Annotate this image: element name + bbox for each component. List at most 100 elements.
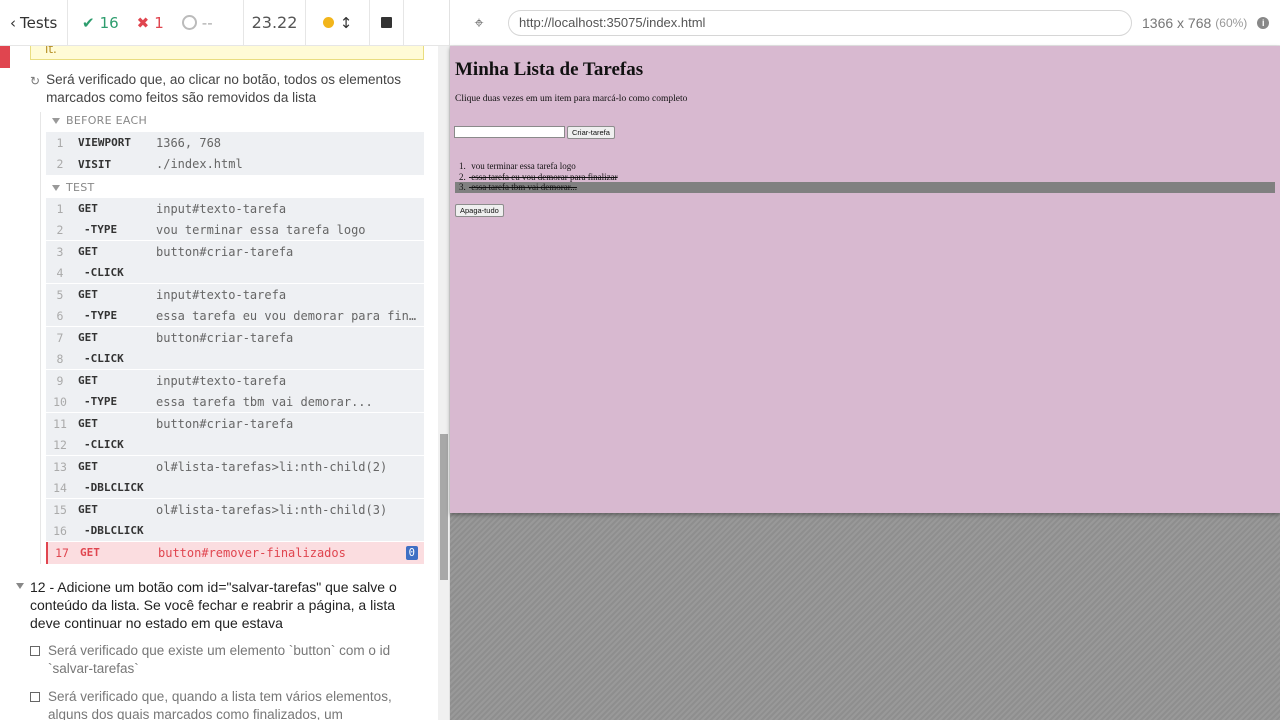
app-under-test: Minha Lista de Tarefas Clique duas vezes… (450, 46, 1280, 513)
command-row[interactable]: 11 GET button#criar-tarefa (46, 413, 424, 435)
command-number: 10 (53, 394, 67, 409)
viewport-size: 1366 x 768 (1142, 14, 1212, 31)
command-number: 11 (53, 416, 67, 431)
url-bar[interactable]: http://localhost:35075/index.html (508, 9, 1132, 36)
task-text: essa tarefa eu vou demorar para finaliza… (471, 171, 618, 182)
hook-rail (40, 112, 41, 564)
command-name: GET (78, 245, 98, 259)
pending-test[interactable]: Será verificado que, quando a lista tem … (30, 688, 410, 720)
command-name: VISIT (78, 157, 112, 171)
passed-stat: ✔ 16 (82, 14, 119, 32)
command-number: 1 (56, 201, 64, 216)
viewport-scale: (60%) (1215, 15, 1248, 30)
info-icon[interactable]: i (1257, 16, 1270, 29)
command-row[interactable]: 13 GET ol#lista-tarefas>li:nth-child(2) (46, 456, 424, 478)
command-row[interactable]: 14 -DBLCLICK (46, 477, 424, 499)
viewport-info[interactable]: 1366 x 768 (60%) i (1142, 14, 1270, 31)
task-item[interactable]: 2. essa tarefa eu vou demorar para final… (455, 172, 1275, 183)
task-index: 2. (459, 171, 466, 182)
aut-iframe-container: Minha Lista de Tarefas Clique duas vezes… (450, 46, 1280, 720)
reporter-scrollbar[interactable] (438, 46, 449, 720)
command-name: -TYPE (84, 309, 118, 323)
command-number: 16 (53, 523, 67, 538)
test-hook[interactable]: TEST (52, 181, 95, 194)
command-row[interactable]: 10 -TYPE essa tarefa tbm vai demorar... (46, 391, 424, 413)
command-message: 1366, 768 (156, 135, 222, 150)
command-row[interactable]: 7 GET button#criar-tarefa (46, 327, 424, 349)
command-number: 13 (53, 459, 67, 474)
elements-count-badge: 0 (405, 545, 418, 560)
current-test-text: Será verificado que, ao clicar no botão,… (46, 72, 402, 105)
scrollbar-thumb[interactable] (440, 434, 448, 580)
suite-title[interactable]: 12 - Adicione um botão com id="salvar-ta… (16, 578, 428, 632)
autoscroll-toggle[interactable]: ↕ (306, 0, 370, 46)
command-name: -TYPE (84, 223, 118, 237)
failed-stat: ✖ 1 (137, 14, 164, 32)
scroll-arrows-icon: ↕ (339, 13, 353, 32)
pending-test[interactable]: Será verificado que existe um elemento `… (30, 642, 410, 678)
command-row[interactable]: 4 -CLICK (46, 262, 424, 284)
command-row[interactable]: 15 GET ol#lista-tarefas>li:nth-child(3) (46, 499, 424, 521)
failing-command-wrap: 17 GET button#remover-finalizados 0 (46, 542, 424, 564)
command-row[interactable]: 1 GET input#texto-tarefa (46, 198, 424, 220)
clear-all-button[interactable]: Apaga-tudo (455, 204, 504, 217)
pending-square-icon (30, 646, 40, 656)
pending-stat: -- (181, 14, 213, 32)
page-title: Minha Lista de Tarefas (455, 59, 644, 80)
command-row[interactable]: 9 GET input#texto-tarefa (46, 370, 424, 392)
command-row[interactable]: 1 VIEWPORT 1366, 768 (46, 132, 424, 154)
command-number: 2 (56, 222, 64, 237)
test-label: TEST (66, 181, 95, 194)
command-message: ol#lista-tarefas>li:nth-child(3) (156, 502, 388, 517)
task-text-input[interactable] (454, 126, 565, 138)
tests-label: Tests (20, 13, 58, 32)
command-name: -TYPE (84, 395, 118, 409)
suite-title-text: 12 - Adicione um botão com id="salvar-ta… (30, 579, 397, 631)
command-log-body: it. ↻ Será verificado que, ao clicar no … (0, 46, 438, 720)
error-message: it. (30, 46, 424, 60)
command-name: GET (78, 288, 98, 302)
running-indicator-icon (322, 17, 334, 28)
command-message: essa tarefa eu vou demorar para finaliza… (156, 308, 424, 323)
command-number: 9 (56, 373, 64, 388)
command-row[interactable]: 5 GET input#texto-tarefa (46, 284, 424, 306)
command-row[interactable]: 8 -CLICK (46, 348, 424, 370)
command-row[interactable]: 6 -TYPE essa tarefa eu vou demorar para fi… (46, 305, 424, 327)
pending-test-text: Será verificado que, quando a lista tem … (48, 689, 392, 720)
failing-command[interactable]: 17 GET button#remover-finalizados 0 (46, 542, 424, 564)
command-row[interactable]: 16 -DBLCLICK (46, 520, 424, 542)
command-row[interactable]: 12 -CLICK (46, 434, 424, 456)
pending-square-icon (30, 692, 40, 702)
task-item[interactable]: 1. vou terminar essa tarefa logo (455, 161, 1275, 172)
tests-back-button[interactable]: ‹ Tests (0, 0, 68, 46)
instructions: Clique duas vezes em um item para marcá-… (455, 94, 688, 104)
command-row[interactable]: 3 GET button#criar-tarefa (46, 241, 424, 263)
create-task-button[interactable]: Criar-tarefa (567, 126, 615, 139)
command-number: 8 (56, 351, 64, 366)
command-name: VIEWPORT (78, 136, 131, 150)
run-duration: 23.22 (244, 0, 306, 46)
command-number: 3 (56, 244, 64, 259)
selector-playground-icon[interactable]: ⌖ (450, 13, 508, 33)
before-each-hook[interactable]: BEFORE EACH (52, 114, 147, 127)
command-number: 12 (53, 437, 67, 452)
failed-count: 1 (154, 13, 164, 32)
command-message: button#criar-tarefa (156, 330, 294, 345)
test-commands: 1 GET input#texto-tarefa 2 -TYPE vou terminar… (46, 198, 424, 542)
command-name: -CLICK (84, 352, 124, 366)
command-number: 1 (56, 135, 64, 150)
command-message: input#texto-tarefa (156, 287, 287, 302)
error-text: it. (45, 46, 57, 56)
task-text: essa tarefa tbm vai demorar... (471, 182, 577, 192)
stop-button[interactable] (370, 0, 404, 46)
caret-down-icon (52, 184, 60, 191)
pending-test-text: Será verificado que existe um elemento `… (48, 643, 391, 676)
command-row[interactable]: 2 VISIT ./index.html (46, 153, 424, 175)
command-log-panel: ‹ Tests ✔ 16 ✖ 1 -- 23.22 ↕ it. ↻ Será v… (0, 0, 450, 720)
command-name: GET (78, 460, 98, 474)
command-name: -DBLCLICK (84, 524, 144, 538)
current-test-title[interactable]: ↻ Será verificado que, ao clicar no botã… (30, 71, 410, 107)
command-row[interactable]: 2 -TYPE vou terminar essa tarefa logo (46, 219, 424, 241)
command-name: GET (78, 202, 98, 216)
task-item[interactable]: 3. essa tarefa tbm vai demorar... (455, 182, 1275, 193)
